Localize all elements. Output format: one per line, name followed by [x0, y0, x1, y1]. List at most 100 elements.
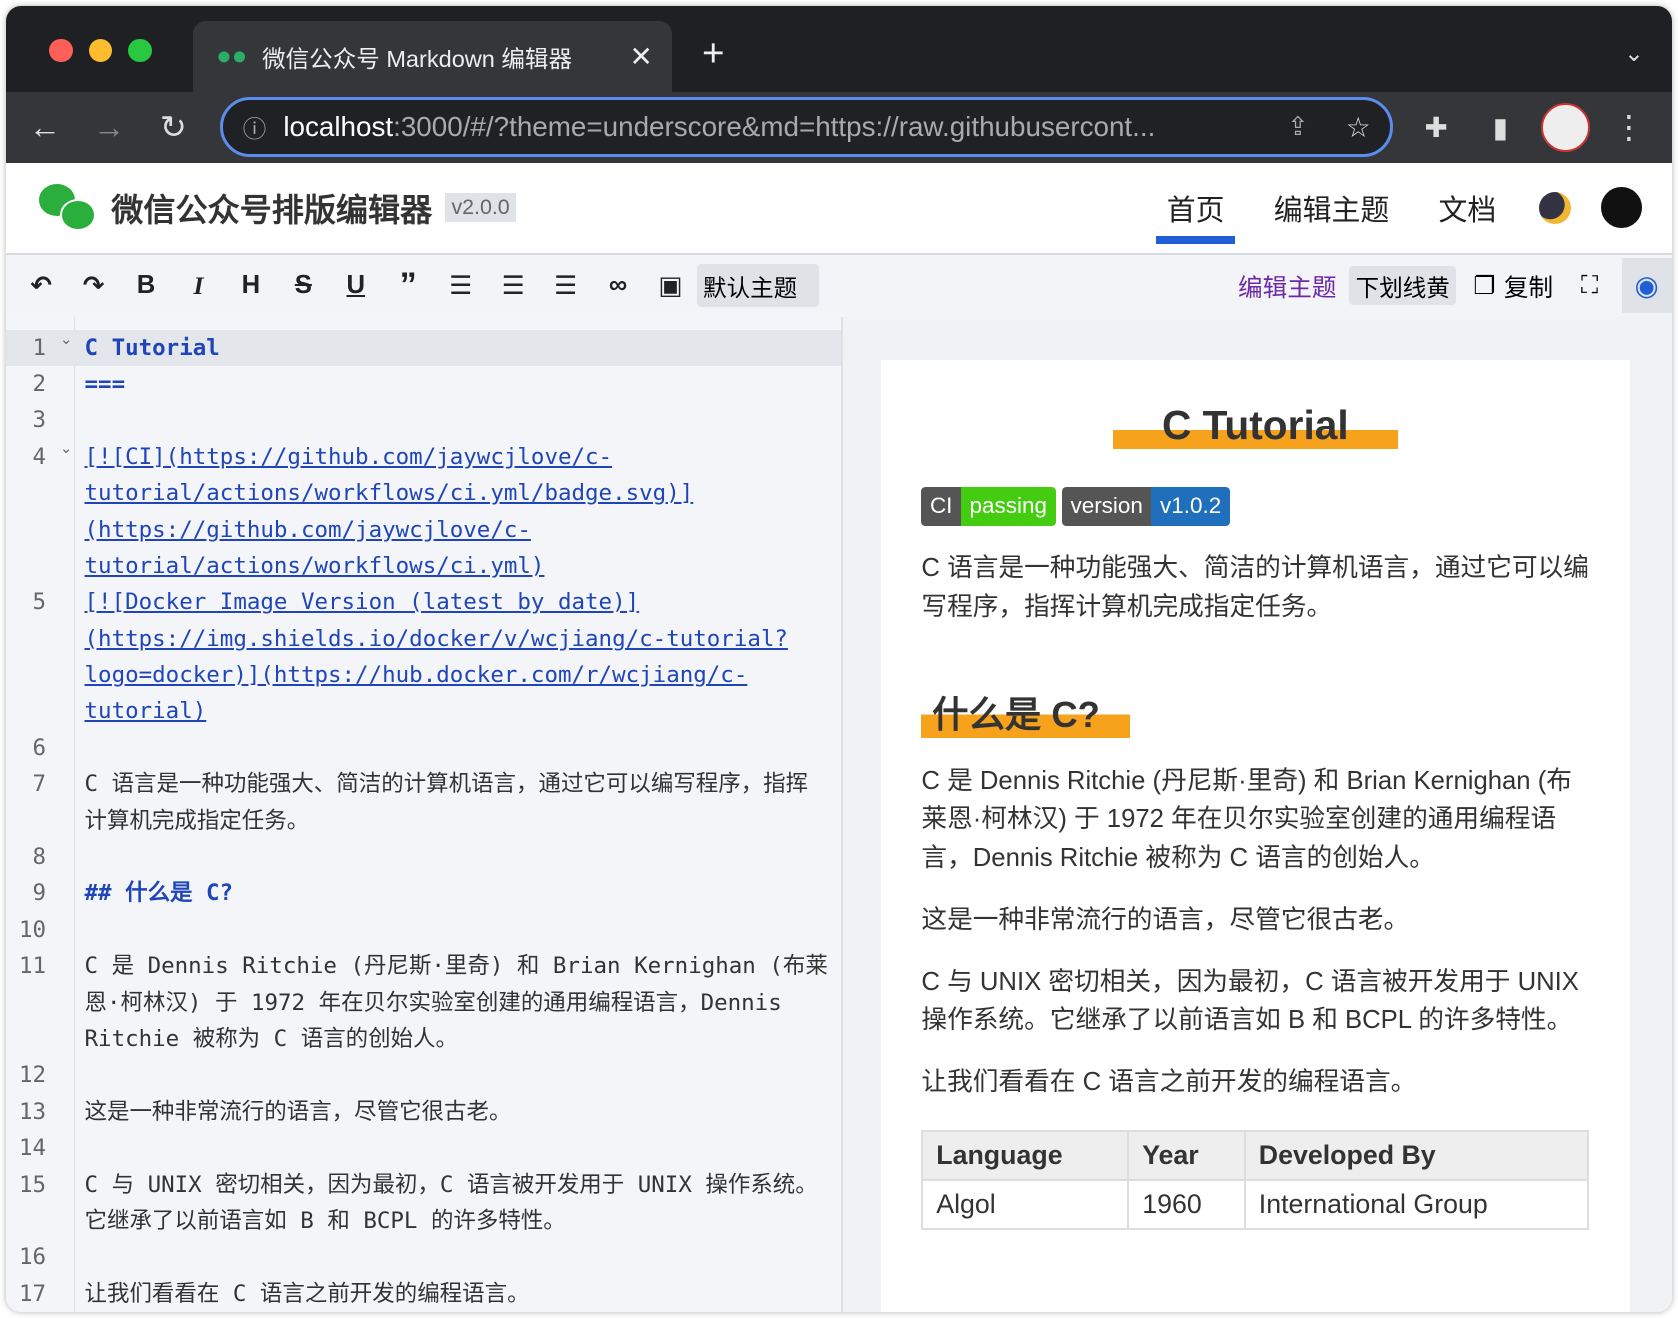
table-cell: Algol	[922, 1180, 1128, 1229]
copy-icon[interactable]: ❐	[1473, 271, 1495, 301]
quote-icon[interactable]: ”	[382, 266, 434, 305]
line-text: C 是 Dennis Ritchie (丹尼斯·里奇) 和 Brian Kern…	[74, 948, 841, 1057]
line-number: 15	[6, 1167, 73, 1240]
line-number: 17	[6, 1276, 73, 1312]
editor-line[interactable]: 8	[6, 839, 841, 875]
line-text	[74, 402, 841, 438]
current-theme-select[interactable]: 下划线黄	[1349, 266, 1456, 304]
editor-line[interactable]: 12	[6, 1057, 841, 1093]
url-path: :3000/#/?theme=underscore&md=https://raw…	[393, 111, 1155, 143]
nav-edit-theme[interactable]: 编辑主题	[1267, 172, 1395, 244]
side-panel-icon[interactable]: ▮	[1468, 111, 1532, 144]
line-text: 这是一种非常流行的语言，尽管它很古老。	[74, 1094, 841, 1130]
badge-label: CI	[921, 487, 961, 526]
nav-docs[interactable]: 文档	[1432, 172, 1503, 244]
preview-toggle-eye-icon[interactable]: ◉	[1622, 258, 1672, 312]
maximize-window-button[interactable]	[128, 39, 152, 63]
line-text: C 与 UNIX 密切相关，因为最初，C 语言被开发用于 UNIX 操作系统。它…	[74, 1167, 841, 1240]
browser-tab[interactable]: ●● 微信公众号 Markdown 编辑器 ✕	[193, 21, 672, 92]
checklist-icon[interactable]: ☰	[539, 271, 591, 301]
paragraph: C 是 Dennis Ritchie (丹尼斯·里奇) 和 Brian Kern…	[921, 762, 1589, 878]
editor-line[interactable]: 17让我们看看在 C 语言之前开发的编程语言。	[6, 1276, 841, 1312]
redo-icon[interactable]: ↷	[67, 271, 119, 301]
unordered-list-icon[interactable]: ☰	[487, 271, 539, 301]
close-tab-icon[interactable]: ✕	[629, 40, 652, 73]
editor-line[interactable]: 10	[6, 912, 841, 948]
theme-select[interactable]: 默认主题	[697, 264, 819, 307]
nav-home[interactable]: 首页	[1160, 172, 1231, 244]
line-text	[74, 1057, 841, 1093]
line-number: 2	[6, 366, 73, 402]
link-icon[interactable]: ∞	[592, 271, 644, 300]
languages-table: LanguageYearDeveloped By Algol1960Intern…	[921, 1130, 1589, 1230]
github-icon[interactable]	[1601, 187, 1642, 228]
copy-button[interactable]: 复制	[1504, 268, 1553, 304]
table-header: Language	[922, 1131, 1128, 1180]
menu-icon[interactable]: ⋮	[1597, 108, 1661, 146]
heading-icon[interactable]: H	[225, 271, 277, 300]
fold-chevron-icon[interactable]: ⌄	[60, 330, 837, 348]
image-icon[interactable]: ▣	[644, 271, 696, 301]
ci-badge[interactable]: CIpassing	[921, 487, 1055, 526]
editor-line[interactable]: 9## 什么是 C?	[6, 875, 841, 911]
ordered-list-icon[interactable]: ☰	[434, 271, 486, 301]
editor-line[interactable]: 13这是一种非常流行的语言，尽管它很古老。	[6, 1094, 841, 1130]
line-number: 11	[6, 948, 73, 1057]
line-text: [![CI](https://github.com/jaywcjlove/c-t…	[74, 439, 841, 585]
underline-icon[interactable]: U	[330, 271, 382, 300]
editor-line[interactable]: 6	[6, 730, 841, 766]
section-heading: 什么是 C?	[921, 691, 1129, 738]
markdown-editor[interactable]: 1⌄C Tutorial2===34⌄[![CI](https://github…	[6, 317, 843, 1312]
paragraph: C 与 UNIX 密切相关，因为最初，C 语言被开发用于 UNIX 操作系统。它…	[921, 963, 1589, 1040]
editor-line[interactable]: 1⌄C Tutorial	[6, 330, 841, 366]
line-number: 12	[6, 1057, 73, 1093]
forward-button[interactable]: →	[77, 109, 141, 146]
address-bar[interactable]: ⓘ localhost:3000/#/?theme=underscore&md=…	[220, 97, 1393, 157]
editor-line[interactable]: 14	[6, 1130, 841, 1166]
badge-value: v1.0.2	[1151, 487, 1229, 526]
share-icon[interactable]: ⇪	[1287, 112, 1309, 142]
table-row: Algol1960International Group	[922, 1180, 1588, 1229]
line-text	[74, 1130, 841, 1166]
editor-line[interactable]: 11C 是 Dennis Ritchie (丹尼斯·里奇) 和 Brian Ke…	[6, 948, 841, 1057]
line-number: 7	[6, 766, 73, 839]
minimize-window-button[interactable]	[89, 39, 113, 63]
tab-search-chevron-icon[interactable]: ⌄	[1624, 39, 1644, 67]
new-tab-button[interactable]: +	[702, 32, 725, 76]
version-badge-docker[interactable]: versionv1.0.2	[1062, 487, 1230, 526]
line-text	[74, 912, 841, 948]
back-button[interactable]: ←	[13, 109, 77, 146]
editor-line[interactable]: 5[![Docker Image Version (latest by date…	[6, 584, 841, 730]
editor-line[interactable]: 4⌄[![CI](https://github.com/jaywcjlove/c…	[6, 439, 841, 585]
editor-line[interactable]: 3	[6, 402, 841, 438]
line-number: 8	[6, 839, 73, 875]
line-number: 10	[6, 912, 73, 948]
bold-icon[interactable]: B	[120, 271, 172, 300]
line-text: [![Docker Image Version (latest by date)…	[74, 584, 841, 730]
fold-chevron-icon[interactable]: ⌄	[60, 439, 837, 457]
paragraph: 让我们看看在 C 语言之前开发的编程语言。	[921, 1063, 1589, 1102]
browser-window: ●● 微信公众号 Markdown 编辑器 ✕ + ⌄ ← → ↻ ⓘ loca…	[6, 6, 1671, 1312]
fullscreen-icon[interactable]: ⛶	[1581, 272, 1598, 300]
bookmark-star-icon[interactable]: ☆	[1346, 111, 1371, 144]
italic-icon[interactable]: I	[172, 271, 224, 301]
undo-icon[interactable]: ↶	[15, 271, 67, 301]
editor-line[interactable]: 2===	[6, 366, 841, 402]
badge-value: passing	[961, 487, 1056, 526]
editor-line[interactable]: 16	[6, 1239, 841, 1275]
edit-theme-link[interactable]: 编辑主题	[1238, 268, 1336, 304]
close-window-button[interactable]	[49, 39, 73, 63]
info-icon[interactable]: ⓘ	[243, 110, 267, 144]
editor-line[interactable]: 15C 与 UNIX 密切相关，因为最初，C 语言被开发用于 UNIX 操作系统…	[6, 1167, 841, 1240]
tab-bar: ●● 微信公众号 Markdown 编辑器 ✕ + ⌄	[6, 6, 1671, 92]
strikethrough-icon[interactable]: S	[277, 271, 329, 300]
reload-button[interactable]: ↻	[141, 108, 205, 146]
line-text	[74, 730, 841, 766]
editor-line[interactable]: 7C 语言是一种功能强大、简洁的计算机语言，通过它可以编写程序，指挥计算机完成指…	[6, 766, 841, 839]
line-text	[74, 839, 841, 875]
extensions-icon[interactable]: ✚	[1404, 111, 1468, 144]
dark-mode-toggle[interactable]	[1539, 192, 1571, 224]
profile-avatar[interactable]	[1541, 103, 1590, 152]
table-header: Developed By	[1245, 1131, 1588, 1180]
app-header: 微信公众号排版编辑器 v2.0.0 首页 编辑主题 文档	[6, 163, 1671, 255]
